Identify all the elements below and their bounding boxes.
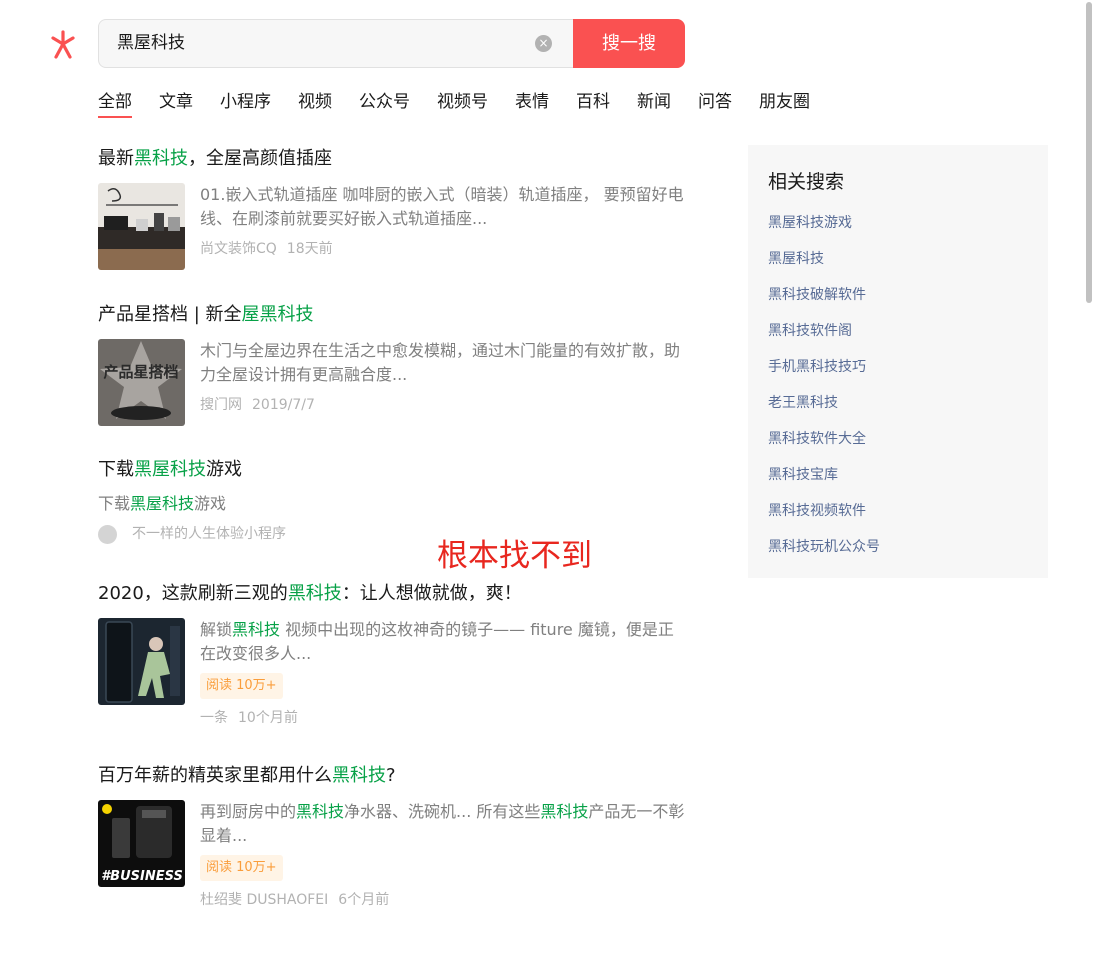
result-item[interactable]: 下载黑屋科技游戏 下载黑屋科技游戏 不一样的人生体验小程序	[98, 456, 688, 544]
related-search-link[interactable]: 黑科技玩机公众号	[768, 535, 880, 571]
result-title[interactable]: 最新黑科技，全屋高颜值插座	[98, 145, 688, 173]
tab-moments[interactable]: 朋友圈	[759, 90, 810, 118]
result-time: 2019/7/7	[252, 397, 315, 413]
result-title[interactable]: 百万年薪的精英家里都用什么黑科技?	[98, 762, 688, 790]
related-search-link[interactable]: 黑科技软件大全	[768, 427, 880, 463]
result-snippet: 下载黑屋科技游戏	[98, 494, 227, 513]
tab-news[interactable]: 新闻	[637, 90, 671, 118]
tab-all[interactable]: 全部	[98, 90, 132, 118]
search-button[interactable]: 搜一搜	[573, 19, 685, 68]
thumb-text: 产品星搭档	[103, 363, 178, 381]
related-search-link[interactable]: 老王黑科技	[768, 391, 880, 427]
search-input[interactable]	[117, 20, 527, 67]
read-count-badge: 阅读 10万+	[200, 673, 283, 699]
tab-articles[interactable]: 文章	[159, 90, 193, 118]
tab-encyclopedia[interactable]: 百科	[576, 90, 610, 118]
result-source[interactable]: 一条	[200, 710, 228, 726]
result-body: 解锁黑科技 视频中出现的这枚神奇的镜子—— fiture 魔镜，便是正在改变很多…	[200, 618, 688, 728]
related-search-link[interactable]: 黑科技视频软件	[768, 499, 880, 535]
result-title[interactable]: 下载黑屋科技游戏	[98, 456, 688, 484]
result-time: 18天前	[286, 241, 333, 257]
result-meta: 杜绍斐 DUSHAOFEI 6个月前	[200, 890, 688, 910]
related-search-link[interactable]: 黑屋科技游戏	[768, 211, 880, 247]
search-box: × 搜一搜	[98, 19, 685, 68]
result-meta: 不一样的人生体验小程序	[98, 524, 688, 544]
related-search-link[interactable]: 黑科技破解软件	[768, 283, 880, 319]
result-item[interactable]: 产品星搭档 | 新全屋黑科技 产品星搭档 木门与全屋边界在生活之中愈发模糊，通过…	[98, 301, 688, 426]
read-count-badge: 阅读 10万+	[200, 855, 283, 881]
result-body: 木门与全屋边界在生活之中愈发模糊，通过木门能量的有效扩散，助力全屋设计拥有更高融…	[200, 339, 688, 415]
result-item[interactable]: 最新黑科技，全屋高颜值插座 01.嵌入式轨道插座 咖啡厨的嵌入式（暗装）轨道插座…	[98, 145, 688, 270]
result-body: 再到厨房中的黑科技净水器、洗碗机... 所有这些黑科技产品无一不彰显着... 阅…	[200, 800, 688, 910]
related-search-link[interactable]: 黑科技宝库	[768, 463, 880, 499]
result-meta: 尚文装饰CQ 18天前	[200, 239, 688, 259]
result-title[interactable]: 产品星搭档 | 新全屋黑科技	[98, 301, 688, 329]
result-snippet: 再到厨房中的黑科技净水器、洗碗机... 所有这些黑科技产品无一不彰显着...	[200, 802, 685, 845]
result-title[interactable]: 2020，这款刷新三观的黑科技：让人想做就做，爽！	[98, 580, 688, 608]
result-meta: 一条 10个月前	[200, 708, 688, 728]
result-item[interactable]: 百万年薪的精英家里都用什么黑科技? #BUSINESS 再到厨房中的黑科技净水器…	[98, 762, 688, 908]
clear-search-icon[interactable]: ×	[535, 35, 552, 52]
related-searches-panel: 相关搜索 黑屋科技游戏 黑屋科技 黑科技破解软件 黑科技软件阁 手机黑科技技巧 …	[748, 145, 1048, 578]
result-snippet: 木门与全屋边界在生活之中愈发模糊，通过木门能量的有效扩散，助力全屋设计拥有更高融…	[200, 341, 681, 384]
result-item[interactable]: 2020，这款刷新三观的黑科技：让人想做就做，爽！ 解锁黑科技 视频中出现的这枚…	[98, 580, 688, 726]
wechat-search-logo-icon[interactable]	[44, 26, 82, 64]
filter-tabs: 全部 文章 小程序 视频 公众号 视频号 表情 百科 新闻 问答 朋友圈	[98, 90, 837, 120]
tab-channels[interactable]: 视频号	[437, 90, 488, 118]
scrollbar-thumb[interactable]	[1086, 2, 1092, 303]
tab-stickers[interactable]: 表情	[515, 90, 549, 118]
result-source[interactable]: 杜绍斐 DUSHAOFEI	[200, 892, 328, 908]
result-source[interactable]: 尚文装饰CQ	[200, 241, 277, 257]
result-thumbnail[interactable]	[98, 183, 185, 270]
result-source[interactable]: 不一样的人生体验小程序	[132, 526, 286, 542]
result-body: 01.嵌入式轨道插座 咖啡厨的嵌入式（暗装）轨道插座， 要预留好电线、在刷漆前就…	[200, 183, 688, 259]
mini-program-avatar	[98, 524, 117, 544]
result-time: 6个月前	[338, 892, 390, 908]
related-searches-list: 黑屋科技游戏 黑屋科技 黑科技破解软件 黑科技软件阁 手机黑科技技巧 老王黑科技…	[768, 211, 880, 571]
result-thumbnail[interactable]: #BUSINESS	[98, 800, 185, 887]
vertical-scrollbar[interactable]	[1083, 0, 1095, 953]
tab-videos[interactable]: 视频	[298, 90, 332, 118]
tab-mini-programs[interactable]: 小程序	[220, 90, 271, 118]
related-search-link[interactable]: 黑屋科技	[768, 247, 880, 283]
related-searches-title: 相关搜索	[768, 171, 845, 193]
related-search-link[interactable]: 手机黑科技技巧	[768, 355, 880, 391]
tab-qa[interactable]: 问答	[698, 90, 732, 118]
result-source[interactable]: 搜门网	[200, 397, 242, 413]
thumb-text: #BUSINESS	[101, 869, 183, 884]
result-snippet: 解锁黑科技 视频中出现的这枚神奇的镜子—— fiture 魔镜，便是正在改变很多…	[200, 620, 674, 663]
related-search-link[interactable]: 黑科技软件阁	[768, 319, 880, 355]
result-snippet: 01.嵌入式轨道插座 咖啡厨的嵌入式（暗装）轨道插座， 要预留好电线、在刷漆前就…	[200, 185, 684, 228]
tab-official-accounts[interactable]: 公众号	[359, 90, 410, 118]
result-time: 10个月前	[238, 710, 298, 726]
result-meta: 搜门网 2019/7/7	[200, 395, 688, 415]
result-thumbnail[interactable]: 产品星搭档	[98, 339, 185, 426]
result-thumbnail[interactable]	[98, 618, 185, 705]
overlay-annotation: 根本找不到	[437, 538, 592, 574]
